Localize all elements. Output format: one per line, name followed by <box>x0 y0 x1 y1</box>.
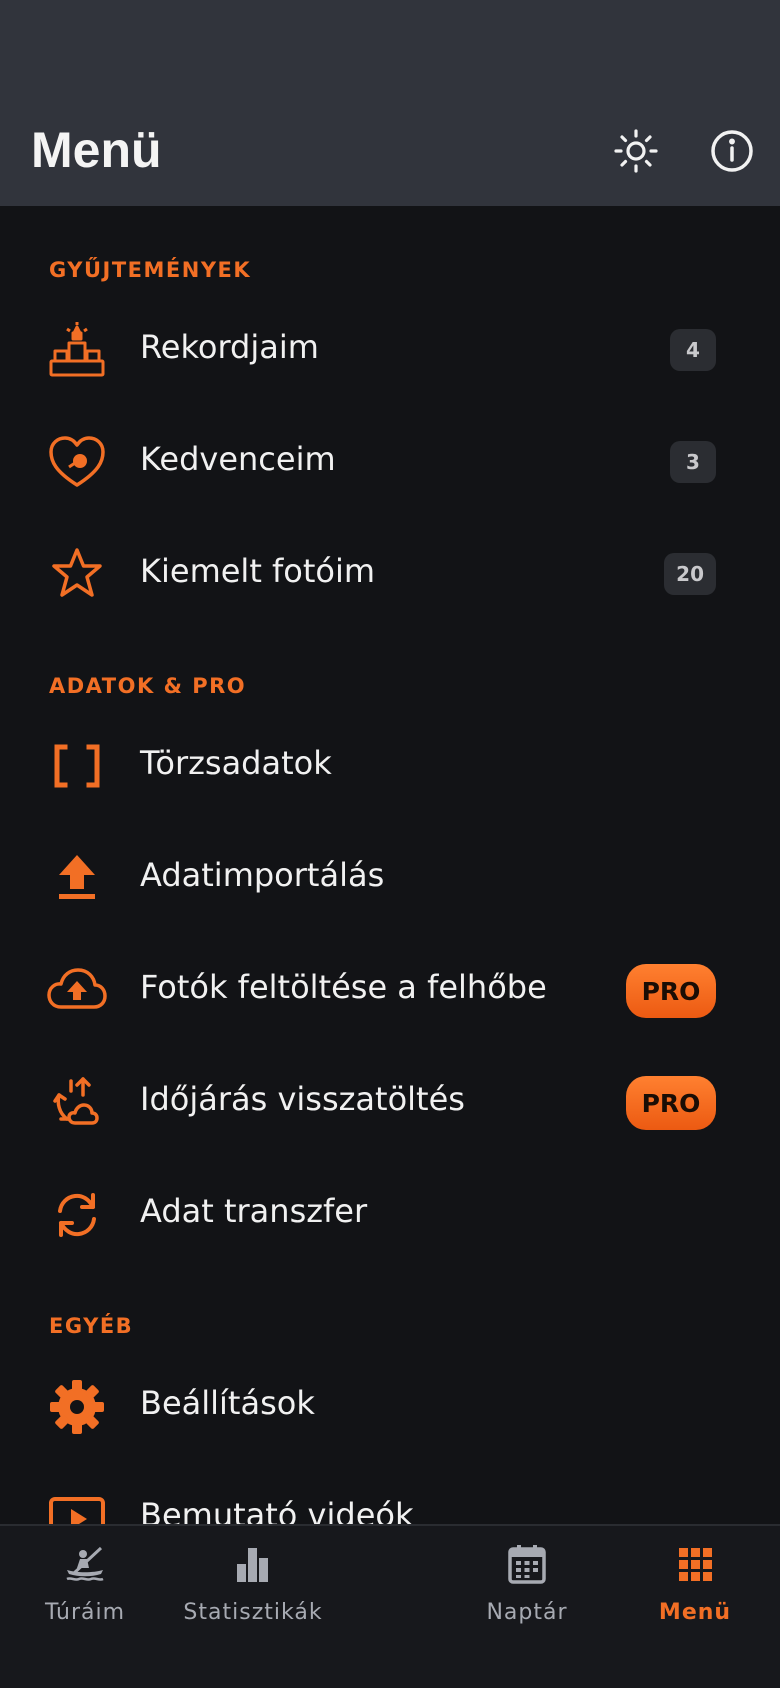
calendar-icon <box>508 1545 546 1584</box>
heart-icon <box>47 433 107 493</box>
upload-icon <box>47 849 107 909</box>
menu-item-label: Adatimportálás <box>140 856 385 894</box>
tab-label: Túráim <box>44 1600 126 1625</box>
tab-menu[interactable]: Menü <box>610 1542 780 1652</box>
brackets-icon <box>47 737 107 797</box>
podium-trophy-icon <box>47 321 107 381</box>
menu-item-settings[interactable]: Beállítások <box>0 1356 780 1456</box>
menu-item-data-import[interactable]: Adatimportálás <box>0 828 780 928</box>
menu-item-label: Törzsadatok <box>140 744 332 782</box>
tab-calendar[interactable]: Naptár <box>442 1542 612 1652</box>
app-header: Menü <box>0 0 780 206</box>
weather-restore-icon <box>47 1073 107 1133</box>
menu-item-label: Rekordjaim <box>140 328 319 366</box>
sync-icon <box>47 1185 107 1245</box>
pro-badge: PRO <box>626 964 716 1018</box>
kayak-icon <box>66 1546 104 1581</box>
menu-item-label: Időjárás visszatöltés <box>140 1080 465 1118</box>
gear-icon <box>47 1377 107 1437</box>
menu-item-label: Fotók feltöltése a felhőbe <box>140 968 547 1006</box>
video-icon <box>47 1489 107 1524</box>
section-label-other: EGYÉB <box>49 1314 134 1338</box>
menu-item-master-data[interactable]: Törzsadatok <box>0 716 780 816</box>
bar-chart-icon <box>237 1548 268 1582</box>
tab-label: Naptár <box>486 1600 568 1625</box>
menu-list: GYŰJTEMÉNYEK Rekordjaim 4 Kedvenceim 3 K… <box>0 206 780 1524</box>
menu-item-favorites[interactable]: Kedvenceim 3 <box>0 412 780 512</box>
menu-item-cloud-upload[interactable]: Fotók feltöltése a felhőbe PRO <box>0 940 780 1040</box>
brightness-icon[interactable] <box>612 127 660 175</box>
menu-item-label: Kiemelt fotóim <box>140 552 376 590</box>
bottom-tab-bar: Túráim Statisztikák Naptár Menü <box>0 1524 780 1688</box>
info-icon[interactable] <box>708 127 756 175</box>
menu-item-weather-restore[interactable]: Időjárás visszatöltés PRO <box>0 1052 780 1152</box>
menu-item-records[interactable]: Rekordjaim 4 <box>0 300 780 400</box>
pro-badge: PRO <box>626 1076 716 1130</box>
count-badge: 4 <box>670 329 716 371</box>
cloud-upload-icon <box>47 961 107 1021</box>
tab-statistics[interactable]: Statisztikák <box>168 1542 338 1652</box>
count-badge: 3 <box>670 441 716 483</box>
menu-item-data-transfer[interactable]: Adat transzfer <box>0 1164 780 1264</box>
menu-item-demo-videos[interactable]: Bemutató videók <box>0 1468 780 1524</box>
menu-item-label: Bemutató videók <box>140 1496 414 1524</box>
tab-tours[interactable]: Túráim <box>0 1542 170 1652</box>
page-title: Menü <box>31 122 162 178</box>
tab-label: Menü <box>658 1600 732 1625</box>
star-icon <box>47 545 107 605</box>
section-label-data-pro: ADATOK & PRO <box>49 674 247 698</box>
menu-item-label: Kedvenceim <box>140 440 336 478</box>
menu-item-label: Beállítások <box>140 1384 315 1422</box>
grid-icon <box>679 1548 712 1581</box>
menu-item-label: Adat transzfer <box>140 1192 368 1230</box>
tab-label: Statisztikák <box>183 1600 323 1625</box>
section-label-collections: GYŰJTEMÉNYEK <box>49 258 252 282</box>
menu-item-featured-photos[interactable]: Kiemelt fotóim 20 <box>0 524 780 624</box>
count-badge: 20 <box>664 553 716 595</box>
